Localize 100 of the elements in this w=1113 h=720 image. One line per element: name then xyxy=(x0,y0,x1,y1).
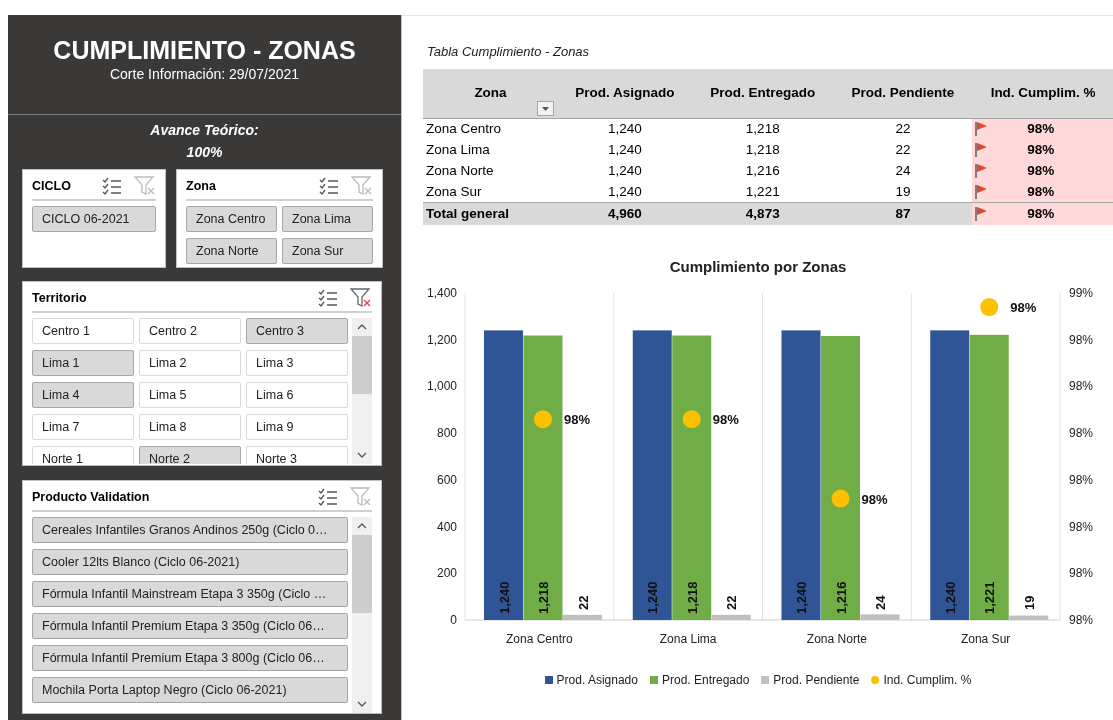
data-label: 1,218 xyxy=(536,581,551,614)
slicer-item[interactable]: Lima 4 xyxy=(32,382,134,408)
data-label: 98% xyxy=(564,412,591,428)
multi-select-icon[interactable] xyxy=(318,488,338,506)
data-point xyxy=(831,489,850,508)
slicer-item[interactable]: Zona Norte xyxy=(186,238,277,264)
slicer-item[interactable]: Fórmula Infantil Mainstream Etapa 3 350g (Ciclo … xyxy=(32,581,348,607)
data-label: 1,240 xyxy=(942,581,958,614)
y-axis-label: 200 xyxy=(436,566,457,581)
multi-select-icon[interactable] xyxy=(102,177,122,195)
secondary-axis-label: 98% xyxy=(1069,332,1094,347)
flag-icon xyxy=(974,163,989,179)
legend-label: Prod. Asignado xyxy=(556,672,638,689)
legend-label: Ind. Cumplim. % xyxy=(883,672,972,689)
category-label: Zona Sur xyxy=(960,632,1011,646)
y-axis-label: 1,000 xyxy=(426,379,457,394)
slicer-item[interactable]: Lima 6 xyxy=(246,382,348,408)
secondary-axis-label: 98% xyxy=(1069,613,1094,627)
flag-icon xyxy=(974,183,989,200)
slicer-item[interactable]: Zona Sur xyxy=(282,238,373,264)
dashboard-subtitle: Corte Información: 29/07/2021 xyxy=(109,65,300,83)
scroll-down-icon[interactable] xyxy=(357,452,367,458)
table-cell-text: 1,216 xyxy=(744,162,781,180)
flag-icon xyxy=(974,121,989,138)
category-label: Zona Centro xyxy=(506,632,573,646)
slicer-item[interactable]: Cereales Infantiles Granos Andinos 250g (Ciclo 0… xyxy=(32,517,348,543)
slicer-item[interactable]: Lima 5 xyxy=(139,382,241,408)
slicer-item[interactable]: Zona Centro xyxy=(186,206,277,232)
legend-marker xyxy=(544,676,553,684)
slicer-title: CICLO xyxy=(32,177,71,195)
slicer-item[interactable]: Centro 3 xyxy=(246,318,348,344)
secondary-axis-label: 98% xyxy=(1069,472,1094,487)
data-label: 1,221 xyxy=(982,581,998,614)
secondary-axis-label: 98% xyxy=(1069,379,1094,394)
y-axis-label: 600 xyxy=(436,472,457,487)
table-cell: 1,240 xyxy=(558,181,692,203)
column-header: Prod. Entregado xyxy=(691,68,834,119)
table-cell-text: 1,240 xyxy=(607,162,643,180)
slicer-item[interactable]: Mochila Porta Laptop Negro (Ciclo 06-2021) xyxy=(32,677,348,703)
data-label: 22 xyxy=(724,595,740,610)
scroll-up-icon[interactable] xyxy=(357,324,367,330)
data-label: 1,240 xyxy=(794,581,809,614)
slicer-item[interactable]: Norte 3 xyxy=(246,446,348,464)
slicer-item[interactable]: Lima 2 xyxy=(139,350,241,376)
slicer-item[interactable]: CICLO 06-2021 xyxy=(32,206,156,232)
table-cell: Total general xyxy=(423,202,558,225)
scrollbar[interactable] xyxy=(352,318,372,464)
table-cell: 4,960 xyxy=(558,202,692,225)
secondary-axis-label: 99% xyxy=(1069,286,1094,300)
slicer-title: Zona xyxy=(186,177,216,195)
slicer-item[interactable]: Lima 9 xyxy=(246,414,348,440)
table-cell-text: Zona Norte xyxy=(425,162,495,180)
slicer-item[interactable]: Norte 2 xyxy=(139,446,241,464)
table-title: Tabla Cumplimiento - Zonas xyxy=(427,43,591,61)
secondary-axis-label: 98% xyxy=(1069,566,1094,581)
scroll-down-icon[interactable] xyxy=(357,701,367,707)
data-label: 98% xyxy=(1010,300,1037,315)
legend-marker xyxy=(871,676,880,684)
multi-select-icon[interactable] xyxy=(318,289,338,307)
data-label: 1,216 xyxy=(833,581,849,614)
table-cell: 22 xyxy=(833,139,973,161)
data-label: 98% xyxy=(712,412,739,428)
column-header: Prod. Asignado xyxy=(558,68,692,119)
legend-marker xyxy=(649,676,658,684)
data-point xyxy=(534,410,552,429)
slicer-item[interactable]: Norte 1 xyxy=(32,446,134,464)
slicer-title: Producto Validation xyxy=(32,488,150,506)
table-cell: 87 xyxy=(833,202,973,225)
slicer-item[interactable]: Centro 2 xyxy=(139,318,241,344)
slicer-item[interactable]: Lima 1 xyxy=(32,350,134,376)
data-label: 1,240 xyxy=(645,581,661,614)
data-label: 1,218 xyxy=(684,581,700,614)
clear-filter-icon[interactable] xyxy=(350,288,372,308)
scroll-up-icon[interactable] xyxy=(357,523,367,529)
slicer-item[interactable]: Centro 1 xyxy=(32,318,134,344)
slicer-item[interactable]: Fórmula Infantil Premium Etapa 3 350g (Ciclo 06… xyxy=(32,613,348,639)
flag-icon xyxy=(974,205,989,222)
slicer-item[interactable]: Lima 3 xyxy=(246,350,348,376)
table-cell: 1,240 xyxy=(558,118,692,140)
data-label: 24 xyxy=(873,595,888,610)
multi-select-icon[interactable] xyxy=(319,177,339,195)
table-cell-text: 1,240 xyxy=(607,141,643,159)
table-cell: Zona Sur xyxy=(423,181,558,203)
flag-icon xyxy=(974,142,989,158)
table-cell: Zona Centro xyxy=(423,118,558,140)
y-axis-label: 400 xyxy=(436,519,457,534)
dropdown-button[interactable] xyxy=(537,101,554,116)
slicer-item[interactable]: Fórmula Infantil Premium Etapa 3 800g (Ciclo 06… xyxy=(32,645,348,671)
data-point xyxy=(980,298,999,316)
slicer-item[interactable]: Cooler 12lts Blanco (Ciclo 06-2021) xyxy=(32,549,348,575)
slicer-item[interactable]: Lima 7 xyxy=(32,414,134,440)
legend-label: Prod. Pendiente xyxy=(773,672,860,689)
y-axis-label: 1,200 xyxy=(426,332,457,347)
slicer-item[interactable]: Lima 8 xyxy=(139,414,241,440)
chart-title: Cumplimiento por Zonas xyxy=(669,256,847,277)
slicer-item[interactable]: Zona Lima xyxy=(282,206,373,232)
table-cell: 24 xyxy=(833,160,973,182)
secondary-axis-label: 98% xyxy=(1069,426,1094,441)
table-cell-text: 98% xyxy=(1027,120,1055,139)
scrollbar[interactable] xyxy=(352,517,372,713)
